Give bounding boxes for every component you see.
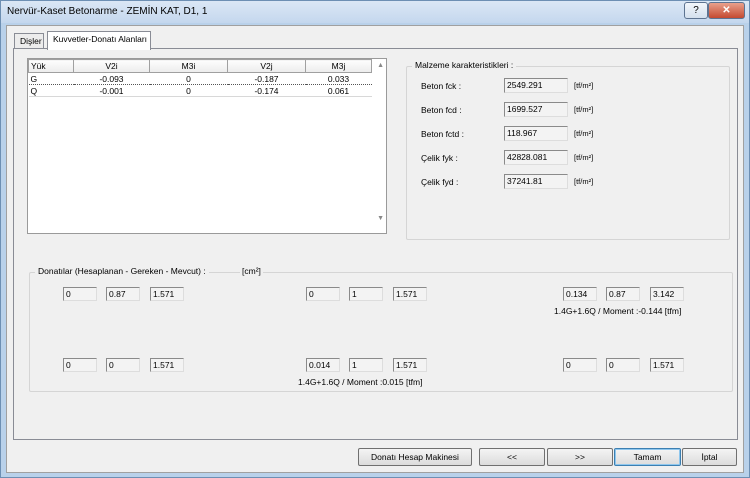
donati-gereken-field: 0.87	[606, 287, 640, 301]
cell-m3i: 0	[149, 72, 228, 85]
table-row[interactable]: Q -0.001 0 -0.174 0.061	[28, 84, 372, 97]
material-label: Çelik fyk :	[421, 153, 458, 163]
donati-mevcut-field: 1.571	[393, 287, 427, 301]
donati-group-title: Donatılar (Hesaplanan - Gereken - Mevcut…	[35, 266, 209, 276]
donati-gereken-field: 1	[349, 358, 383, 372]
donati-gereken-field: 0.87	[106, 287, 140, 301]
donati-hesaplanan-field: 0	[563, 358, 597, 372]
client-area: Dişler Kuvvetler-Donatı Alanları Yük V2i…	[6, 25, 744, 473]
cancel-button[interactable]: İptal	[682, 448, 737, 466]
next-button[interactable]: >>	[547, 448, 613, 466]
material-group-title: Malzeme karakteristikleri :	[412, 60, 517, 70]
material-unit: [tf/m²]	[574, 153, 594, 162]
cell-v2i: -0.001	[73, 84, 150, 97]
cell-m3i: 0	[149, 84, 228, 97]
donati-mevcut-field: 3.142	[650, 287, 684, 301]
scroll-down-icon[interactable]: ▼	[377, 215, 384, 222]
donati-mevcut-field: 1.571	[650, 358, 684, 372]
donati-hesaplanan-field: 0	[63, 287, 97, 301]
ok-button[interactable]: Tamam	[614, 448, 681, 466]
scroll-up-icon[interactable]: ▲	[377, 62, 384, 69]
forces-grid[interactable]: Yük V2i M3i V2j M3j G -0.093 0 -0.187 0.…	[27, 58, 387, 234]
material-label: Beton fck :	[421, 81, 462, 91]
donati-mevcut-field: 1.571	[150, 358, 184, 372]
forces-table: Yük V2i M3i V2j M3j G -0.093 0 -0.187 0.…	[28, 59, 372, 97]
help-button[interactable]: ?	[684, 2, 708, 19]
donati-gereken-field: 0	[106, 358, 140, 372]
material-label: Beton fcd :	[421, 105, 462, 115]
cell-yuk: G	[28, 72, 74, 85]
cell-v2j: -0.174	[227, 84, 306, 97]
donati-moment-note: 1.4G+1.6Q / Moment :-0.144 [tfm]	[554, 306, 682, 316]
donati-hesaplanan-field: 0	[63, 358, 97, 372]
donati-calculator-button[interactable]: Donatı Hesap Makinesi	[358, 448, 472, 466]
window-title: Nervür-Kaset Betonarme - ZEMİN KAT, D1, …	[7, 6, 208, 17]
donati-gereken-field: 1	[349, 287, 383, 301]
tab-disler[interactable]: Dişler	[14, 33, 44, 49]
donati-hesaplanan-field: 0.014	[306, 358, 340, 372]
cell-m3j: 0.033	[305, 72, 372, 85]
title-bar[interactable]: Nervür-Kaset Betonarme - ZEMİN KAT, D1, …	[1, 1, 749, 23]
material-label: Beton fctd :	[421, 129, 464, 139]
material-unit: [tf/m²]	[574, 177, 594, 186]
column-header-m3i[interactable]: M3i	[149, 59, 228, 73]
dialog-window: Nervür-Kaset Betonarme - ZEMİN KAT, D1, …	[0, 0, 750, 478]
donati-hesaplanan-field: 0	[306, 287, 340, 301]
tab-kuvvetler-donati[interactable]: Kuvvetler-Donatı Alanları	[47, 31, 151, 50]
donati-gereken-field: 0	[606, 358, 640, 372]
cell-v2j: -0.187	[227, 72, 306, 85]
table-row[interactable]: G -0.093 0 -0.187 0.033	[28, 72, 372, 85]
cell-yuk: Q	[28, 84, 74, 97]
material-groupbox: Malzeme karakteristikleri : Beton fck : …	[406, 60, 730, 240]
close-button[interactable]: ✕	[708, 2, 745, 19]
cell-m3j: 0.061	[305, 84, 372, 97]
material-value-field: 2549.291	[504, 78, 568, 93]
column-header-yuk[interactable]: Yük	[28, 59, 74, 73]
previous-button[interactable]: <<	[479, 448, 545, 466]
material-unit: [tf/m²]	[574, 81, 594, 90]
material-unit: [tf/m²]	[574, 105, 594, 114]
donati-unit: [cm²]	[240, 266, 263, 276]
column-header-v2i[interactable]: V2i	[73, 59, 150, 73]
column-header-m3j[interactable]: M3j	[305, 59, 372, 73]
donati-mevcut-field: 1.571	[150, 287, 184, 301]
donati-moment-note: 1.4G+1.6Q / Moment :0.015 [tfm]	[298, 377, 423, 387]
donati-groupbox: Donatılar (Hesaplanan - Gereken - Mevcut…	[29, 266, 733, 392]
donati-mevcut-field: 1.571	[393, 358, 427, 372]
material-value-field: 42828.081	[504, 150, 568, 165]
tab-page: Yük V2i M3i V2j M3j G -0.093 0 -0.187 0.…	[13, 48, 738, 440]
donati-hesaplanan-field: 0.134	[563, 287, 597, 301]
table-header-row: Yük V2i M3i V2j M3j	[28, 59, 372, 73]
material-value-field: 1699.527	[504, 102, 568, 117]
material-unit: [tf/m²]	[574, 129, 594, 138]
cell-v2i: -0.093	[73, 72, 150, 85]
material-label: Çelik fyd :	[421, 177, 459, 187]
material-value-field: 118.967	[504, 126, 568, 141]
material-value-field: 37241.81	[504, 174, 568, 189]
column-header-v2j[interactable]: V2j	[227, 59, 306, 73]
